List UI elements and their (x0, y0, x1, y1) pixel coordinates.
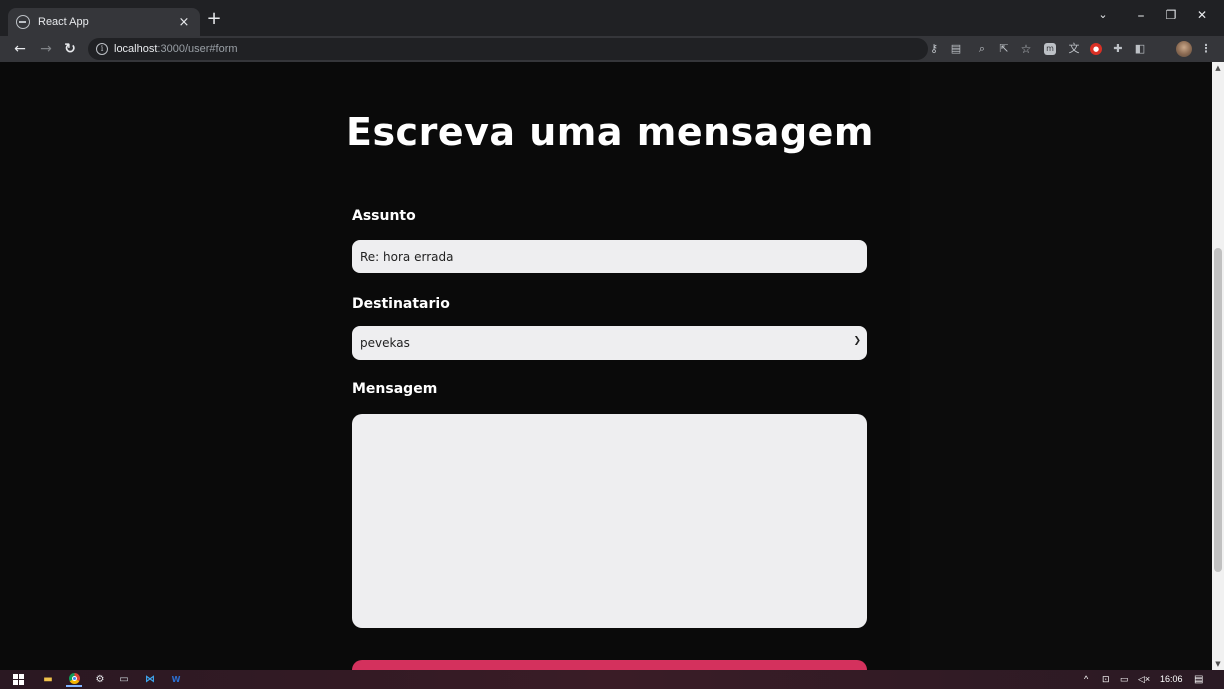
globe-icon (16, 15, 30, 29)
subject-input[interactable]: Re: hora errada (352, 240, 867, 273)
extension-m-icon[interactable]: m (1044, 43, 1056, 55)
tray-chevron-up-icon[interactable]: ^ (1084, 674, 1088, 684)
recipient-value: pevekas (360, 336, 410, 350)
reload-icon[interactable]: ↻ (60, 39, 80, 59)
scroll-down-arrow-icon[interactable]: ▼ (1212, 658, 1224, 670)
chrome-icon[interactable] (66, 672, 82, 687)
share-icon[interactable]: ⇱ (996, 41, 1012, 57)
vscode-icon[interactable]: ⋈ (142, 672, 158, 687)
clock-time[interactable]: 16:06 (1160, 674, 1183, 684)
file-explorer-icon[interactable]: ▬ (40, 672, 56, 687)
page-title: Escreva uma mensagem (345, 110, 875, 154)
word-icon[interactable]: W (168, 672, 184, 687)
tab-react-app[interactable]: React App × (8, 8, 200, 36)
page-scrollbar[interactable]: ▲ ▼ (1212, 62, 1224, 670)
close-window-button[interactable]: ✕ (1188, 8, 1216, 22)
recipient-label: Destinatario (352, 296, 450, 312)
scroll-up-arrow-icon[interactable]: ▲ (1212, 62, 1224, 74)
minimize-button[interactable]: – (1127, 8, 1155, 24)
tab-strip: React App × + ⌄ – ❐ ✕ (0, 0, 1224, 36)
extension-translate-icon[interactable]: 文 (1066, 41, 1082, 57)
recipient-select[interactable]: pevekas ❯ (352, 326, 867, 360)
url-path: :3000/user#form (157, 43, 238, 55)
subject-value: Re: hora errada (360, 249, 454, 264)
chevron-down-icon: ❯ (853, 336, 861, 346)
address-bar[interactable]: i localhost:3000/user#form (88, 38, 928, 60)
browser-toolbar: ← → ↻ i localhost:3000/user#form ⚷ ▤ ⌕ ⇱… (0, 36, 1224, 62)
tab-title: React App (38, 16, 89, 28)
message-textarea[interactable] (352, 414, 867, 628)
browser-window: React App × + ⌄ – ❐ ✕ ← → ↻ i localhost:… (0, 0, 1224, 689)
side-panel-icon[interactable]: ◧ (1132, 41, 1148, 57)
scrollbar-thumb[interactable] (1214, 248, 1222, 572)
translate-icon[interactable]: ▤ (948, 41, 964, 57)
subject-label: Assunto (352, 208, 416, 224)
page-viewport: Escreva uma mensagem Assunto Re: hora er… (0, 62, 1212, 670)
volume-icon[interactable]: ◁× (1138, 674, 1150, 685)
url-host: localhost (114, 43, 158, 55)
tab-close-button[interactable]: × (176, 15, 192, 30)
submit-button[interactable] (352, 660, 867, 670)
restore-button[interactable]: ❐ (1157, 8, 1185, 22)
bookmark-star-icon[interactable]: ☆ (1018, 41, 1034, 57)
settings-gear-icon[interactable]: ⚙ (92, 672, 108, 687)
profile-avatar[interactable] (1176, 41, 1192, 57)
ublock-icon[interactable]: ● (1090, 43, 1102, 55)
extensions-puzzle-icon[interactable]: ✚ (1110, 41, 1126, 57)
windows-taskbar: ▬ ⚙ ▭ ⋈ W ^ ⊡ ▭ ◁× 16:06 ▤ (0, 670, 1224, 689)
key-icon[interactable]: ⚷ (926, 41, 942, 57)
meet-now-icon[interactable]: ⊡ (1102, 674, 1110, 685)
message-label: Mensagem (352, 381, 438, 397)
network-icon[interactable]: ▭ (1120, 674, 1129, 685)
info-icon[interactable]: i (96, 43, 108, 55)
tab-search-button[interactable]: ⌄ (1089, 8, 1117, 21)
new-tab-button[interactable]: + (204, 10, 224, 30)
notification-icon[interactable]: ▤ (1194, 674, 1203, 685)
zoom-icon[interactable]: ⌕ (974, 41, 990, 57)
terminal-icon[interactable]: ▭ (116, 672, 132, 687)
forward-arrow-icon[interactable]: → (36, 39, 56, 59)
back-arrow-icon[interactable]: ← (10, 39, 30, 59)
menu-kebab-icon[interactable]: ⋮ (1198, 41, 1214, 57)
windows-start-icon[interactable] (10, 672, 26, 687)
